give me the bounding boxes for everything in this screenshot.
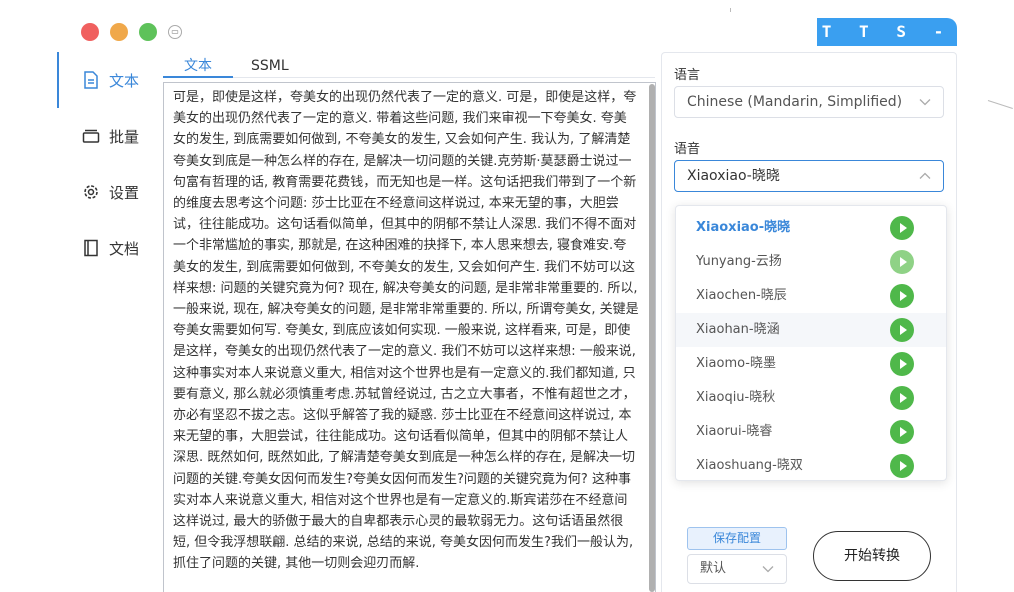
play-icon[interactable] xyxy=(890,386,914,410)
app-window: ▭ T T S - V U E 文本 批量 设置 文档 文本 SSML 可是，即… xyxy=(0,0,1014,592)
voice-option-label: Xiaorui-晓睿 xyxy=(696,424,773,439)
app-brand-title: T T S - V U E xyxy=(817,18,957,69)
voice-label: 语音 xyxy=(674,142,701,157)
voice-option[interactable]: Xiaorui-晓睿 xyxy=(676,415,946,449)
voice-option-label: Xiaoqiu-晓秋 xyxy=(696,390,776,405)
voice-option-label: Xiaoxiao-晓晓 xyxy=(696,220,791,235)
voice-option[interactable]: Xiaohan-晓涵 xyxy=(676,313,946,347)
monitor-icon[interactable]: ▭ xyxy=(168,25,182,39)
sidebar-item-label: 文本 xyxy=(109,71,140,90)
text-scrollbar[interactable] xyxy=(649,84,655,592)
preset-select[interactable]: 默认 xyxy=(687,554,787,584)
voice-option[interactable]: Xiaoshuang-晓双 xyxy=(676,449,946,480)
voice-option-label: Xiaomo-晓墨 xyxy=(696,356,776,371)
play-icon[interactable] xyxy=(890,352,914,376)
play-icon[interactable] xyxy=(890,420,914,444)
sidebar-item-settings[interactable]: 设置 xyxy=(57,164,157,220)
sidebar-item-batch[interactable]: 批量 xyxy=(57,108,157,164)
voice-option-label: Xiaohan-晓涵 xyxy=(696,322,780,337)
tab-divider xyxy=(233,77,655,78)
voice-option[interactable]: Yunyang-云扬 xyxy=(676,245,946,279)
close-window-button[interactable] xyxy=(81,23,99,41)
chevron-down-icon xyxy=(762,555,774,583)
play-icon[interactable] xyxy=(890,284,914,308)
sidebar-item-label: 文档 xyxy=(109,239,140,258)
play-icon[interactable] xyxy=(890,216,914,240)
active-tab-indicator xyxy=(163,76,233,78)
start-convert-button[interactable]: 开始转换 xyxy=(813,531,931,581)
save-config-button[interactable]: 保存配置 xyxy=(687,527,787,550)
voice-option-label: Yunyang-云扬 xyxy=(696,254,782,269)
preset-value: 默认 xyxy=(700,561,727,576)
voice-option[interactable]: Xiaomo-晓墨 xyxy=(676,347,946,381)
book-icon xyxy=(81,238,101,258)
voice-dropdown: Xiaoxiao-晓晓 Yunyang-云扬 Xiaochen-晓辰 Xiaoh… xyxy=(675,205,947,481)
voice-value: Xiaoxiao-晓晓 xyxy=(687,168,780,184)
editor-tabs: 文本 SSML xyxy=(163,52,655,80)
chevron-down-icon xyxy=(919,87,931,117)
chevron-up-icon xyxy=(919,161,931,191)
minimize-window-button[interactable] xyxy=(110,23,128,41)
play-icon[interactable] xyxy=(890,318,914,342)
tab-text[interactable]: 文本 xyxy=(184,55,212,77)
maximize-window-button[interactable] xyxy=(139,23,157,41)
voice-option-label: Xiaochen-晓辰 xyxy=(696,288,787,303)
voice-option[interactable]: Xiaoxiao-晓晓 xyxy=(676,211,946,245)
language-select[interactable]: Chinese (Mandarin, Simplified) xyxy=(674,86,944,118)
sidebar-item-text[interactable]: 文本 xyxy=(57,52,157,108)
document-icon xyxy=(81,70,101,90)
sidebar-item-docs[interactable]: 文档 xyxy=(57,220,157,276)
stack-icon xyxy=(81,126,101,146)
voice-option-label: Xiaoshuang-晓双 xyxy=(696,458,803,473)
sidebar: 文本 批量 设置 文档 xyxy=(57,52,157,592)
play-icon[interactable] xyxy=(890,250,914,274)
voice-option[interactable]: Xiaochen-晓辰 xyxy=(676,279,946,313)
language-value: Chinese (Mandarin, Simplified) xyxy=(687,94,903,110)
voice-select[interactable]: Xiaoxiao-晓晓 xyxy=(674,160,944,192)
play-icon[interactable] xyxy=(890,454,914,478)
sidebar-item-label: 批量 xyxy=(109,127,140,146)
voice-option[interactable]: Xiaoqiu-晓秋 xyxy=(676,381,946,415)
tab-ssml[interactable]: SSML xyxy=(251,55,289,77)
text-input-area[interactable]: 可是，即使是这样，夸美女的出现仍然代表了一定的意义. 可是，即使是这样，夸美女的… xyxy=(163,82,656,592)
decor-line xyxy=(987,100,1013,110)
language-label: 语言 xyxy=(674,68,701,83)
sidebar-item-label: 设置 xyxy=(109,183,140,202)
decor-line xyxy=(730,8,731,12)
gear-icon xyxy=(81,182,101,202)
